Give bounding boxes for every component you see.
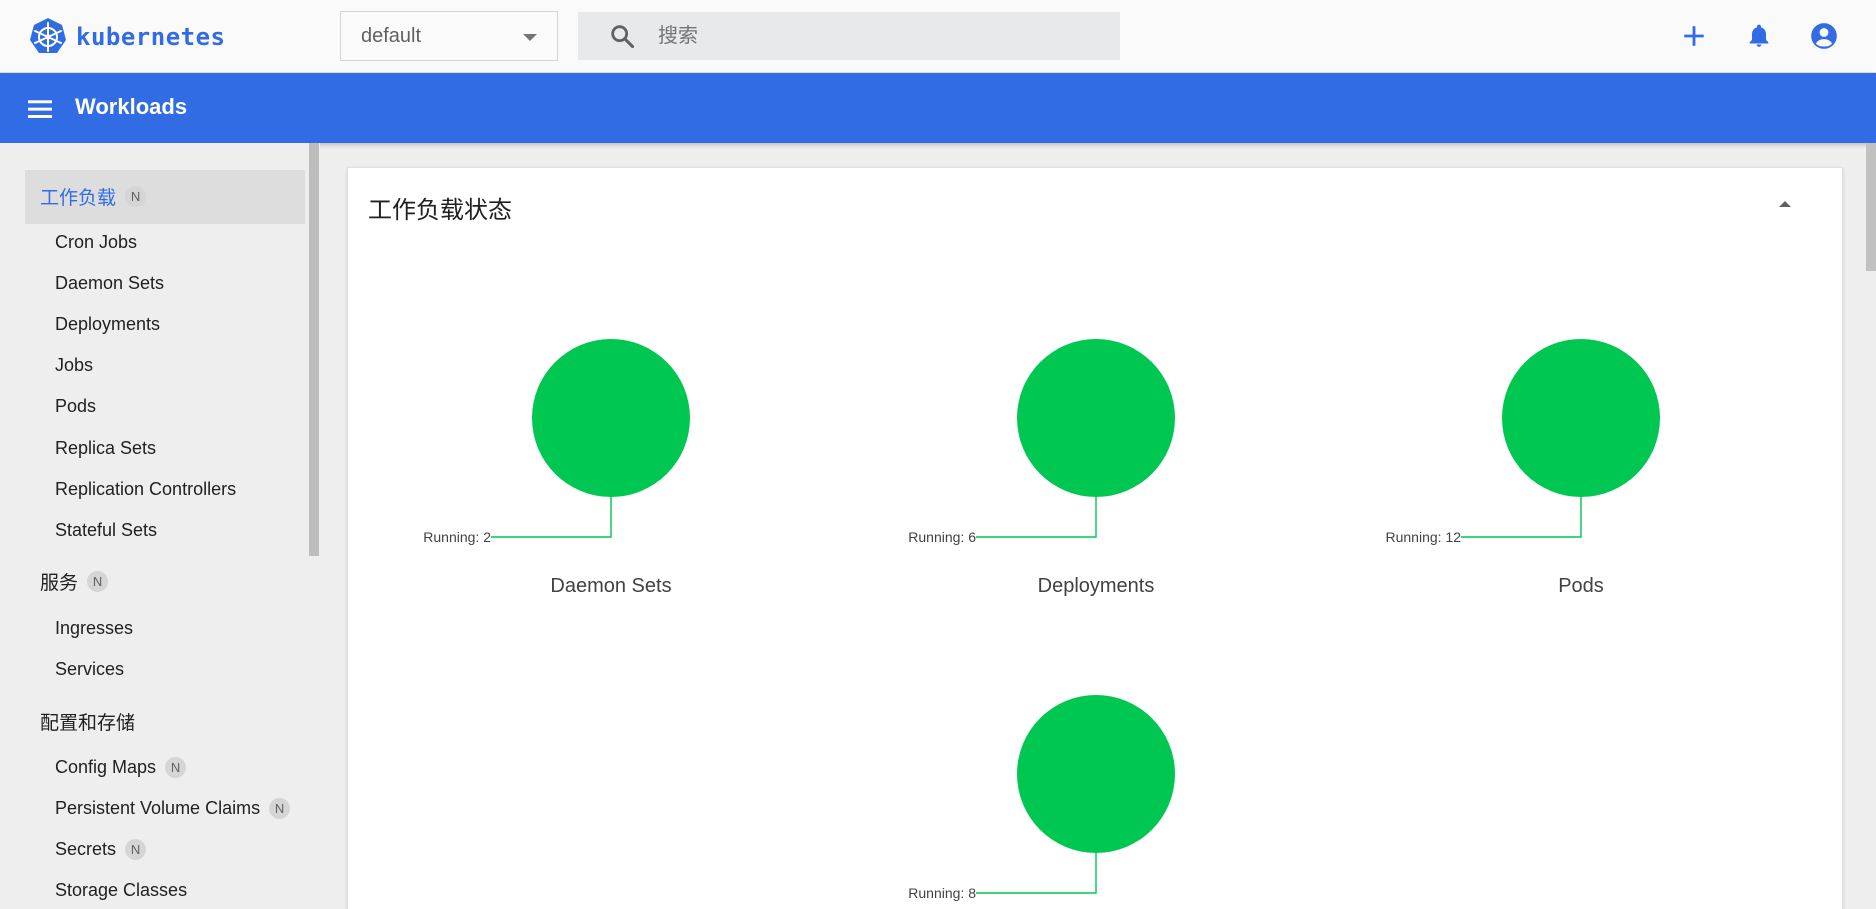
sidebar-section-config-storage[interactable]: 配置和存储 (40, 708, 135, 735)
search-icon[interactable] (608, 22, 636, 50)
pie-slice-running[interactable] (1017, 339, 1175, 497)
sidebar-item-label: Services (55, 659, 125, 679)
sidebar-section-label: 配置和存储 (40, 713, 136, 734)
sidebar-item-config-maps[interactable]: Config Maps N (55, 757, 187, 778)
sidebar-item-label: Jobs (55, 355, 94, 375)
workload-status-card: 工作负载状态 Running: 2 Running: 6 Running: 12 Ru… (347, 167, 1843, 909)
bell-icon (1749, 24, 1769, 47)
sidebar-item-pods[interactable]: Pods (55, 396, 96, 417)
kubernetes-wheel-icon (30, 18, 66, 53)
plus-icon (1684, 26, 1704, 46)
sidebar-item-label: Config Maps (55, 757, 157, 777)
chart-title: Pods (1558, 575, 1604, 597)
user-account-button[interactable] (1808, 20, 1840, 52)
kubernetes-logo[interactable]: kubernetes (28, 17, 226, 57)
sidebar-item-stateful-sets[interactable]: Stateful Sets (55, 520, 157, 541)
namespace-select[interactable]: default (340, 11, 558, 61)
create-button[interactable] (1678, 20, 1710, 52)
sidebar-item-jobs[interactable]: Jobs (55, 355, 93, 376)
search-input[interactable] (658, 24, 1098, 48)
status-charts: Running: 2 Running: 6 Running: 12 Running: … (423, 339, 1660, 901)
sidebar-item-label: Persistent Volume Claims (55, 798, 261, 818)
slice-label-leader-line (1461, 497, 1582, 538)
sidebar-item-label: Stateful Sets (55, 520, 158, 540)
hamburger-menu-icon[interactable] (24, 93, 56, 125)
slice-label-leader-line (976, 497, 1097, 538)
chevron-down-icon (523, 34, 537, 41)
sidebar-item-label: Replication Controllers (55, 479, 237, 499)
new-badge: N (87, 571, 109, 592)
sidebar-section-label: 服务 (40, 573, 79, 594)
sidebar-item-label: Pods (55, 396, 97, 416)
sidebar-item-label: Cron Jobs (55, 232, 138, 252)
chart-title: Daemon Sets (550, 575, 672, 597)
slice-label-leader-line (491, 497, 612, 538)
sidebar-item-replication-controllers[interactable]: Replication Controllers (55, 479, 236, 500)
sidebar-item-label: Daemon Sets (55, 273, 165, 293)
namespace-value: default (361, 24, 422, 47)
slice-data-label: Running: 8 (908, 885, 976, 901)
slice-label-leader-line (976, 853, 1097, 894)
sidebar-item-daemon-sets[interactable]: Daemon Sets (55, 273, 164, 294)
page-title: Workloads (75, 94, 188, 119)
sidebar-item-cron-jobs[interactable]: Cron Jobs (55, 232, 137, 253)
sidebar: 工作负载 N Cron Jobs Daemon Sets Deployments… (0, 143, 320, 909)
search-bar (578, 12, 1120, 60)
new-badge: N (165, 757, 187, 778)
sidebar-item-services[interactable]: Services (55, 659, 124, 680)
slice-data-label: Running: 2 (423, 529, 491, 545)
pie-slice-running[interactable] (1017, 695, 1175, 853)
sidebar-section-label: 工作负载 (40, 188, 117, 209)
sidebar-scrollbar[interactable] (309, 143, 319, 556)
pie-slice-running[interactable] (532, 339, 690, 497)
sidebar-section-services[interactable]: 服务 N (40, 568, 109, 595)
new-badge: N (125, 186, 147, 207)
account-circle-icon (1811, 23, 1837, 49)
top-toolbar: kubernetes default (0, 0, 1876, 73)
sidebar-item-label: Secrets (55, 839, 117, 859)
logo-text: kubernetes (76, 23, 226, 51)
sidebar-item-storage-classes[interactable]: Storage Classes (55, 880, 187, 901)
new-badge: N (125, 839, 147, 860)
new-badge: N (269, 798, 291, 819)
slice-data-label: Running: 12 (1385, 529, 1461, 545)
page-header: Workloads (0, 73, 1876, 143)
sidebar-item-label: Storage Classes (55, 880, 188, 900)
sidebar-item-label: Replica Sets (55, 438, 157, 458)
sidebar-item-persistent-volume-claims[interactable]: Persistent Volume Claims N (55, 798, 291, 819)
sidebar-item-secrets[interactable]: Secrets N (55, 839, 147, 860)
sidebar-section-workloads[interactable]: 工作负载 N (40, 183, 147, 210)
notifications-button[interactable] (1743, 20, 1775, 52)
slice-data-label: Running: 6 (908, 529, 976, 545)
sidebar-item-label: Ingresses (55, 618, 134, 638)
main-scrollbar[interactable] (1866, 143, 1876, 271)
sidebar-item-replica-sets[interactable]: Replica Sets (55, 438, 156, 459)
chart-title: Deployments (1037, 575, 1155, 597)
sidebar-item-ingresses[interactable]: Ingresses (55, 618, 133, 639)
sidebar-item-label: Deployments (55, 314, 161, 334)
pie-slice-running[interactable] (1502, 339, 1660, 497)
sidebar-item-deployments[interactable]: Deployments (55, 314, 160, 335)
